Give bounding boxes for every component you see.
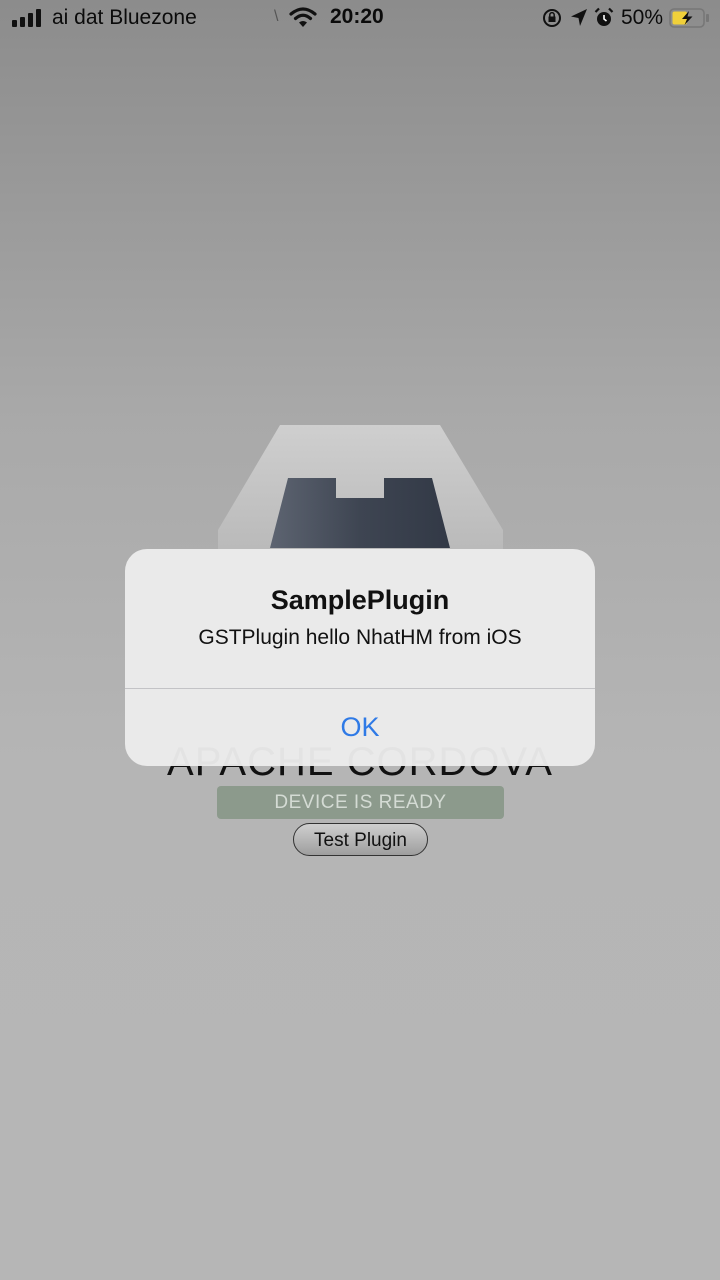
battery-percent: 50% [621, 6, 664, 29]
wifi-icon [289, 7, 317, 27]
alert-dialog: SamplePlugin GSTPlugin hello NhatHM from… [125, 549, 595, 766]
rotation-lock-icon [543, 9, 561, 27]
carrier-name: ai dat Bluezone [52, 6, 197, 29]
clock: 20:20 [330, 5, 384, 28]
device-ready-badge: DEVICE IS READY [217, 786, 504, 819]
alarm-icon [594, 7, 614, 26]
battery-icon [669, 8, 709, 28]
signal-icon [12, 9, 42, 27]
status-bar: ai dat Bluezone \ 20:20 50% [0, 0, 720, 38]
test-plugin-button[interactable]: Test Plugin [293, 823, 428, 856]
cordova-logo [218, 425, 503, 555]
location-icon [571, 9, 587, 26]
alert-ok-button[interactable]: OK [125, 689, 595, 766]
alert-title: SamplePlugin [270, 585, 450, 615]
carrier-separator: \ [274, 8, 279, 25]
alert-message: GSTPlugin hello NhatHM from iOS [198, 626, 522, 649]
